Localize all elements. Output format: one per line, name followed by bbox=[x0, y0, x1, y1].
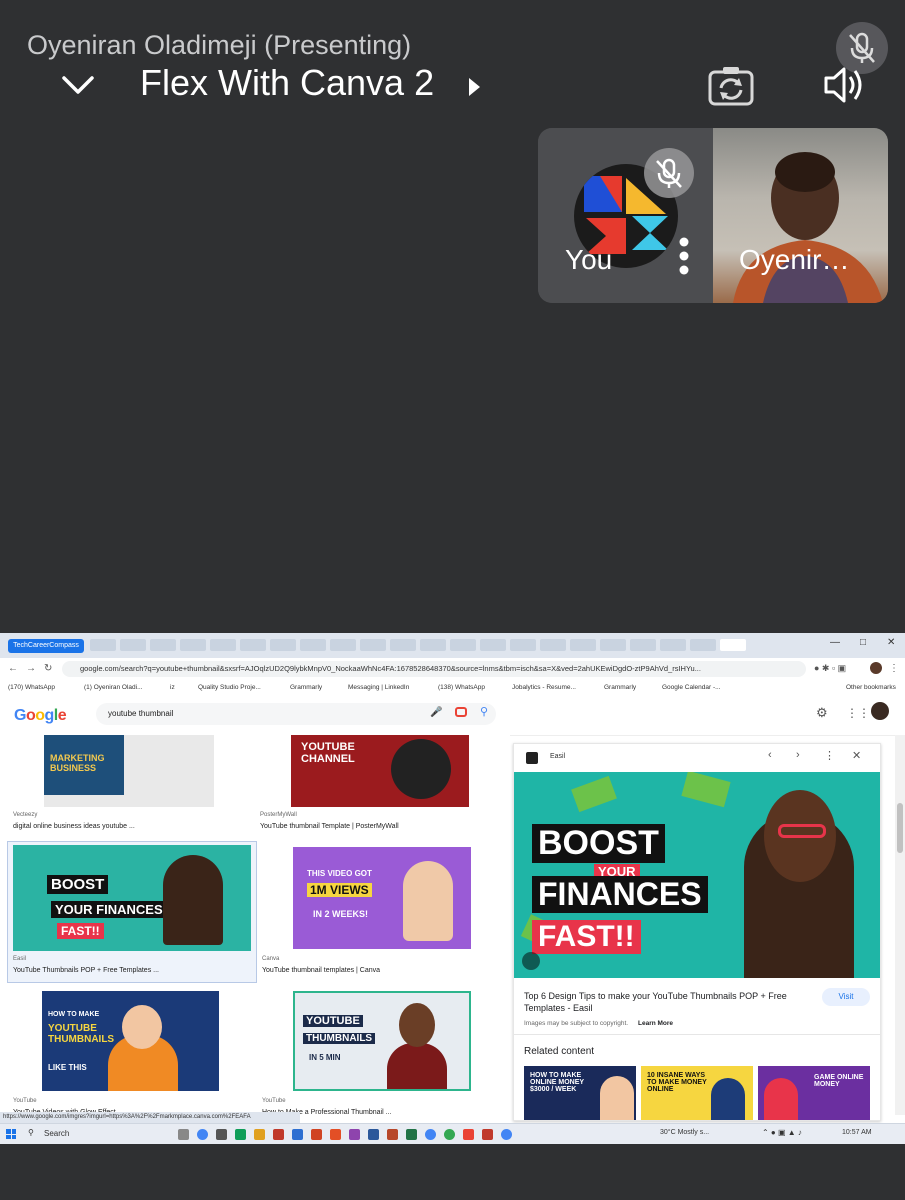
lens-search-button[interactable] bbox=[522, 952, 540, 970]
profile-avatar[interactable] bbox=[870, 662, 882, 674]
clock: 10:57 AM bbox=[842, 1129, 872, 1136]
shared-screen: TechCareerCompass — □ ✕ ← → ↻ google.com… bbox=[0, 633, 905, 1144]
bookmark-item[interactable]: iz bbox=[170, 684, 175, 691]
maximize-icon[interactable]: □ bbox=[860, 637, 866, 648]
tray-icons[interactable]: ⌃ ● ▣ ▲ ♪ bbox=[762, 1128, 802, 1137]
image-preview-panel: Easil ‹ › ⋮ ✕ BOOST YOUR FINANCES FAST!!… bbox=[513, 743, 881, 1121]
related-thumb[interactable]: 10 INSANE WAYS TO MAKE MONEY ONLINE bbox=[641, 1066, 753, 1120]
url-input[interactable]: google.com/search?q=youtube+thumbnail&sx… bbox=[62, 661, 806, 677]
image-results: MARKETING BUSINESS Vecteezy digital onli… bbox=[0, 735, 510, 1123]
camera-switch-icon[interactable] bbox=[706, 64, 756, 108]
result-source: Canva bbox=[262, 956, 280, 962]
related-heading: Related content bbox=[524, 1046, 595, 1057]
tile-participant-video[interactable]: Oyenir… bbox=[713, 128, 888, 303]
visit-button[interactable]: Visit bbox=[822, 988, 870, 1006]
result-source: YouTube bbox=[13, 1098, 37, 1104]
search-icon[interactable]: ⚲ bbox=[480, 705, 488, 718]
result-title[interactable]: YouTube Thumbnails POP + Free Templates … bbox=[13, 967, 159, 974]
windows-taskbar: ⚲ Search 30°C Mostly s... ⌃ ● ▣ ▲ ♪ 10:5… bbox=[0, 1123, 905, 1144]
result-thumb[interactable]: YOUTUBE THUMBNAILS IN 5 MIN bbox=[293, 991, 471, 1091]
bookmark-item[interactable]: Quality Studio Proje... bbox=[198, 684, 261, 691]
speaker-icon[interactable] bbox=[822, 62, 868, 108]
taskbar-search-icon[interactable]: ⚲ bbox=[28, 1128, 34, 1137]
more-vert-icon[interactable]: ⋮ bbox=[824, 749, 835, 762]
extension-icons[interactable]: ● ✱ ▫ ▣ bbox=[814, 663, 846, 674]
result-thumb[interactable]: MARKETING BUSINESS bbox=[44, 735, 214, 807]
caret-right-icon[interactable] bbox=[466, 76, 482, 98]
preview-image[interactable]: BOOST YOUR FINANCES FAST!! bbox=[514, 772, 880, 978]
tab-group-chip[interactable]: TechCareerCompass bbox=[8, 639, 84, 653]
reload-icon[interactable]: ↻ bbox=[44, 663, 52, 674]
chevron-right-icon[interactable]: › bbox=[796, 749, 800, 761]
minimize-icon[interactable]: — bbox=[830, 637, 840, 648]
weather-widget[interactable]: 30°C Mostly s... bbox=[660, 1129, 709, 1136]
result-title[interactable]: YouTube thumbnail Template | PosterMyWal… bbox=[260, 823, 399, 830]
voice-search-icon[interactable]: 🎤 bbox=[430, 707, 442, 718]
scrollbar-thumb[interactable] bbox=[897, 803, 903, 853]
page-scrollbar[interactable] bbox=[895, 735, 905, 1115]
easil-favicon bbox=[526, 752, 538, 764]
gear-icon[interactable]: ⚙ bbox=[816, 705, 828, 721]
chevron-down-icon[interactable] bbox=[60, 68, 96, 104]
apps-grid-icon[interactable]: ⋮⋮ bbox=[846, 706, 870, 720]
google-header: Google youtube thumbnail 🎤 ⚲ ⚙ ⋮⋮ bbox=[0, 697, 905, 736]
bookmark-item[interactable]: Jobalytics - Resume... bbox=[512, 684, 576, 691]
link-status-bar: https://www.google.com/imgres?imgurl=htt… bbox=[0, 1112, 300, 1123]
related-thumb[interactable]: HOW TO MAKE ONLINE MONEY $3000 / WEEK bbox=[524, 1066, 636, 1120]
participant-video-frame bbox=[733, 152, 883, 303]
copyright-note: Images may be subject to copyright. bbox=[524, 1020, 629, 1027]
tile-you[interactable]: You bbox=[538, 128, 713, 303]
bookmark-item[interactable]: (138) WhatsApp bbox=[438, 684, 485, 691]
result-thumb[interactable]: BOOST YOUR FINANCES FAST!! bbox=[13, 845, 251, 951]
learn-more-link[interactable]: Learn More bbox=[638, 1020, 673, 1027]
browser-tabbar: TechCareerCompass — □ ✕ bbox=[0, 633, 905, 658]
browser-menu-icon[interactable]: ⋮ bbox=[889, 663, 899, 674]
preview-text-finances: FINANCES bbox=[532, 876, 708, 913]
lens-icon[interactable] bbox=[455, 707, 467, 717]
google-logo[interactable]: Google bbox=[14, 707, 67, 725]
preview-title[interactable]: Top 6 Design Tips to make your YouTube T… bbox=[524, 990, 814, 1014]
preview-text-fast: FAST!! bbox=[532, 920, 641, 954]
result-thumb[interactable]: THIS VIDEO GOT 1M VIEWS IN 2 WEEKS! bbox=[293, 847, 471, 949]
bottom-area bbox=[0, 1144, 905, 1200]
taskbar-apps[interactable] bbox=[178, 1129, 608, 1140]
close-window-icon[interactable]: ✕ bbox=[887, 637, 895, 648]
result-source: Vecteezy bbox=[13, 812, 38, 818]
bookmark-item[interactable]: Other bookmarks bbox=[846, 684, 896, 691]
back-icon[interactable]: ← bbox=[8, 663, 18, 674]
result-thumb[interactable]: HOW TO MAKE YOUTUBE THUMBNAILS LIKE THIS bbox=[42, 991, 219, 1091]
tile-mic-off-button[interactable] bbox=[644, 148, 694, 198]
result-source: Easil bbox=[13, 956, 27, 962]
taskbar-search[interactable]: Search bbox=[44, 1129, 69, 1138]
bookmark-item[interactable]: Google Calendar -... bbox=[662, 684, 721, 691]
result-title[interactable]: YouTube thumbnail templates | Canva bbox=[262, 967, 380, 974]
result-title[interactable]: digital online business ideas youtube ..… bbox=[13, 823, 135, 830]
bookmark-item[interactable]: Grammarly bbox=[604, 684, 636, 691]
bookmarks-bar: (170) WhatsApp (1) Oyeniran Oladi... iz … bbox=[0, 680, 905, 698]
result-source: YouTube bbox=[262, 1098, 286, 1104]
start-icon[interactable] bbox=[6, 1129, 16, 1139]
bookmark-item[interactable]: (1) Oyeniran Oladi... bbox=[84, 684, 143, 691]
more-vert-icon[interactable] bbox=[678, 236, 690, 276]
result-source: PosterMyWall bbox=[260, 812, 297, 818]
participant-name: Oyenir… bbox=[739, 244, 850, 275]
address-bar-row: ← → ↻ google.com/search?q=youtube+thumbn… bbox=[0, 658, 905, 680]
panel-source[interactable]: Easil bbox=[550, 753, 565, 760]
bookmark-item[interactable]: Grammarly bbox=[290, 684, 322, 691]
participant-tiles: You Oyenir… bbox=[538, 128, 888, 303]
meeting-title[interactable]: Flex With Canva 2 bbox=[140, 62, 434, 104]
forward-icon[interactable]: → bbox=[26, 663, 36, 674]
result-thumb[interactable]: YOUTUBE CHANNEL bbox=[291, 735, 469, 807]
bookmark-item[interactable]: Messaging | LinkedIn bbox=[348, 684, 409, 691]
browser-tabs[interactable] bbox=[90, 639, 770, 653]
bookmark-item[interactable]: (170) WhatsApp bbox=[8, 684, 55, 691]
chevron-left-icon[interactable]: ‹ bbox=[768, 749, 772, 761]
related-thumb[interactable]: GAME ONLINE MONEY bbox=[758, 1066, 870, 1120]
preview-text-boost: BOOST bbox=[532, 824, 665, 863]
presenter-name: Oyeniran Oladimeji (Presenting) bbox=[27, 30, 412, 60]
mic-off-icon bbox=[656, 158, 682, 188]
google-avatar[interactable] bbox=[871, 702, 889, 720]
close-icon[interactable]: ✕ bbox=[852, 749, 861, 762]
you-label: You bbox=[565, 244, 613, 275]
